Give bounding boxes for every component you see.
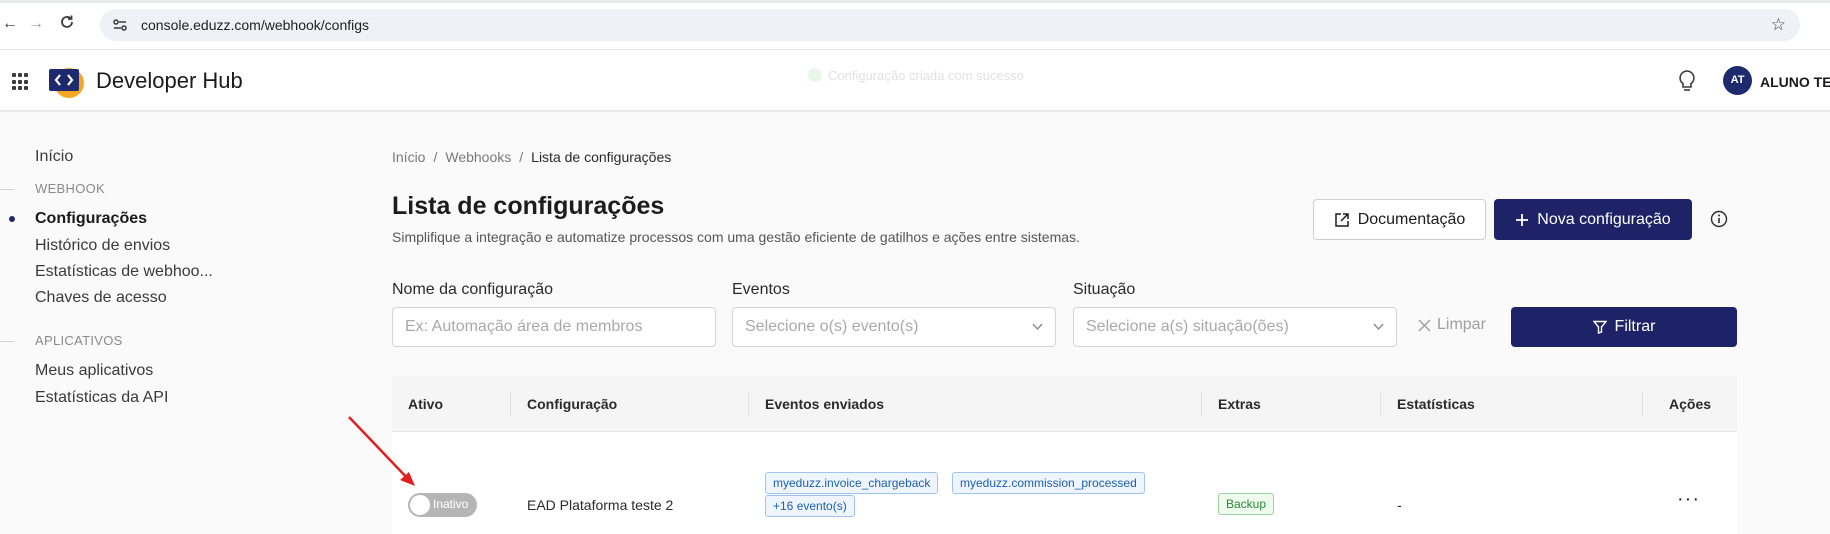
- config-name-placeholder: Ex: Automação área de membros: [405, 318, 643, 335]
- lightbulb-icon[interactable]: [1676, 68, 1698, 96]
- table-row: Inativo EAD Plataforma teste 2 myeduzz.i…: [392, 433, 1737, 534]
- reload-icon[interactable]: [57, 14, 77, 34]
- status-label: Situação: [1073, 281, 1136, 298]
- event-chip: myeduzz.invoice_chargeback: [765, 472, 939, 494]
- column-header-eventos: Eventos enviados: [765, 396, 885, 412]
- sidebar-item-home[interactable]: Início: [35, 148, 73, 166]
- column-header-acoes: Ações: [1669, 396, 1712, 412]
- column-divider: [1380, 392, 1381, 416]
- config-name-input[interactable]: Ex: Automação área de membros: [392, 307, 716, 347]
- events-label: Eventos: [732, 281, 790, 298]
- sidebar-divider: [0, 341, 14, 342]
- column-divider: [748, 392, 749, 416]
- clear-filters-button[interactable]: Limpar: [1418, 316, 1486, 334]
- forward-icon[interactable]: →: [26, 14, 46, 34]
- sidebar-item-configuracoes[interactable]: Configurações: [35, 210, 147, 228]
- status-placeholder: Selecione a(s) situação(ões): [1086, 318, 1289, 335]
- address-bar[interactable]: console.eduzz.com/webhook/configs ☆: [100, 9, 1800, 41]
- more-events-chip[interactable]: +16 evento(s): [765, 495, 855, 517]
- user-name[interactable]: ALUNO TES: [1760, 74, 1830, 90]
- new-configuration-label: Nova configuração: [1537, 210, 1671, 228]
- clear-filters-label: Limpar: [1437, 316, 1486, 333]
- page-title: Lista de configurações: [392, 192, 665, 220]
- breadcrumb-separator: /: [519, 149, 524, 165]
- column-divider: [510, 392, 511, 416]
- toggle-status-text: Inativo: [433, 497, 469, 511]
- breadcrumb-webhooks[interactable]: Webhooks: [445, 149, 511, 165]
- backup-badge: Backup: [1218, 493, 1275, 515]
- event-chip: myeduzz.commission_processed: [952, 472, 1145, 494]
- status-select[interactable]: Selecione a(s) situação(ões): [1073, 307, 1397, 347]
- breadcrumb-current: Lista de configurações: [531, 149, 672, 165]
- funnel-icon: [1592, 320, 1607, 334]
- back-icon[interactable]: ←: [0, 14, 20, 34]
- sidebar-item-estatisticas-webhook[interactable]: Estatísticas de webhoo...: [35, 263, 213, 281]
- info-icon[interactable]: [1710, 210, 1728, 228]
- sidebar-section-webhook: WEBHOOK: [35, 181, 105, 196]
- url-text[interactable]: console.eduzz.com/webhook/configs: [141, 17, 369, 33]
- tab-strip: [0, 0, 1830, 3]
- external-link-icon: [1334, 212, 1349, 227]
- page-subtitle: Simplifique a integração e automatize pr…: [392, 229, 1080, 245]
- filter-button[interactable]: Filtrar: [1511, 307, 1737, 347]
- column-header-estatisticas: Estatísticas: [1397, 396, 1475, 412]
- column-divider: [1642, 392, 1643, 416]
- breadcrumb-home[interactable]: Início: [392, 149, 425, 165]
- developer-hub-logo: [49, 68, 84, 98]
- more-actions-icon[interactable]: ···: [1677, 488, 1700, 511]
- success-toast: Configuração criada com sucesso: [808, 68, 1024, 83]
- column-header-extras: Extras: [1218, 396, 1261, 412]
- active-toggle[interactable]: Inativo: [408, 493, 477, 517]
- chevron-down-icon: [1373, 323, 1384, 331]
- config-name-label: Nome da configuração: [392, 281, 553, 298]
- filter-label: Filtrar: [1614, 318, 1656, 335]
- new-configuration-button[interactable]: Nova configuração: [1494, 199, 1692, 240]
- apps-grid-icon[interactable]: [12, 73, 30, 91]
- sidebar-item-estatisticas-api[interactable]: Estatísticas da API: [35, 389, 168, 407]
- sidebar-item-meus-aplicativos[interactable]: Meus aplicativos: [35, 362, 153, 380]
- sidebar-item-chaves[interactable]: Chaves de acesso: [35, 289, 167, 307]
- plus-icon: [1516, 213, 1529, 226]
- sidebar-item-historico[interactable]: Histórico de envios: [35, 237, 170, 255]
- column-divider: [1201, 392, 1202, 416]
- toggle-knob: [410, 495, 430, 515]
- app-header: Developer Hub Configuração criada com su…: [0, 50, 1830, 112]
- close-icon: [1418, 318, 1431, 332]
- browser-toolbar: ← → console.eduzz.com/webhook/configs ☆: [0, 0, 1830, 50]
- brand-name[interactable]: Developer Hub: [96, 68, 243, 94]
- bookmark-star-icon[interactable]: ☆: [1771, 15, 1786, 35]
- chevron-down-icon: [1032, 323, 1043, 331]
- sidebar-divider: [0, 189, 14, 190]
- events-placeholder: Selecione o(s) evento(s): [745, 318, 919, 335]
- check-icon: [808, 68, 822, 82]
- avatar[interactable]: AT: [1723, 66, 1752, 95]
- sidebar-section-apps: APLICATIVOS: [35, 333, 123, 348]
- events-select[interactable]: Selecione o(s) evento(s): [732, 307, 1056, 347]
- documentation-label: Documentação: [1357, 210, 1466, 228]
- active-indicator-dot: [9, 216, 15, 222]
- breadcrumb-separator: /: [433, 149, 438, 165]
- breadcrumb: Início / Webhooks / Lista de configurações: [392, 149, 671, 165]
- site-settings-icon[interactable]: [112, 17, 128, 33]
- toast-text: Configuração criada com sucesso: [828, 68, 1024, 83]
- column-header-configuracao: Configuração: [527, 396, 618, 412]
- annotation-arrow-icon: [348, 416, 415, 486]
- table-header: Ativo Configuração Eventos enviados Extr…: [392, 376, 1737, 432]
- config-name-cell[interactable]: EAD Plataforma teste 2: [527, 497, 673, 513]
- documentation-button[interactable]: Documentação: [1313, 199, 1486, 240]
- configurations-table: Ativo Configuração Eventos enviados Extr…: [392, 376, 1737, 534]
- stats-cell: -: [1397, 497, 1402, 513]
